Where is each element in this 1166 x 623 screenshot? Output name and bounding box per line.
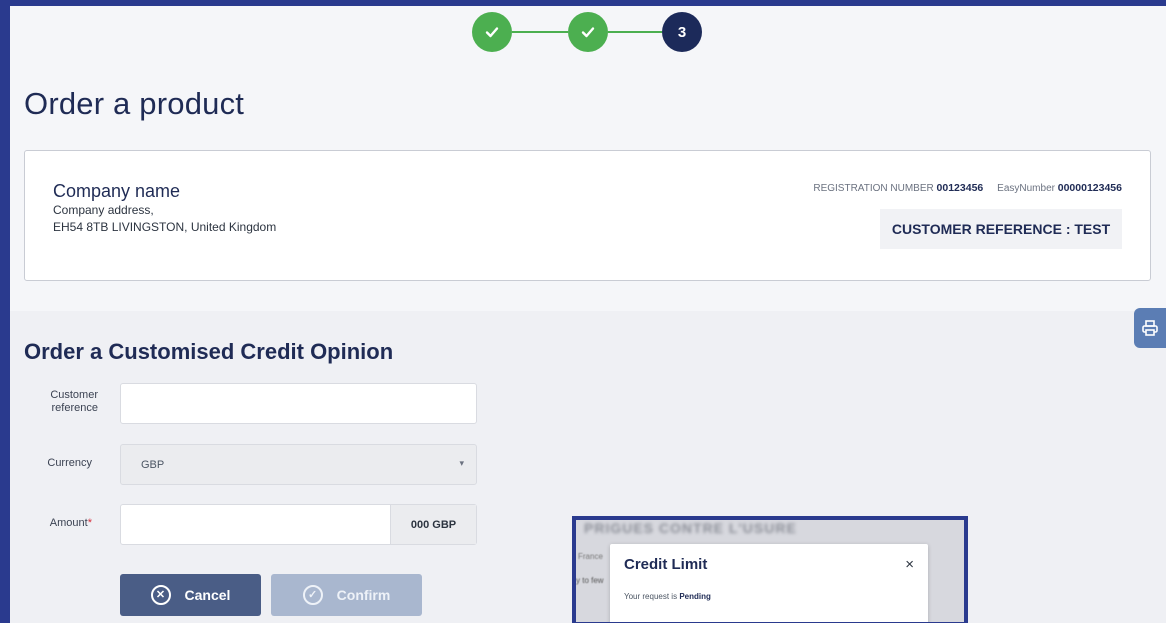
inset-side-text: y to few (576, 576, 604, 585)
step-3-current: 3 (662, 12, 702, 52)
frame-border-left (0, 126, 10, 623)
chevron-down-icon: ▾ (459, 458, 464, 468)
printer-icon (1142, 320, 1158, 336)
registration-info: REGISTRATION NUMBER 00123456 EasyNumber … (813, 182, 1122, 194)
cancel-label: Cancel (184, 587, 231, 603)
amount-input[interactable]: 000 GBP (120, 504, 477, 545)
close-circle-icon: ✕ (150, 585, 171, 605)
currency-label: Currency (47, 457, 92, 469)
amount-label: Amount* (24, 517, 92, 530)
easy-number: 00000123456 (1057, 182, 1122, 194)
registration-label: REGISTRATION NUMBER (813, 183, 934, 194)
company-address-line2: EH54 8TB LIVINGSTON, United Kingdom (53, 220, 277, 234)
currency-value: GBP (141, 459, 165, 471)
step-1-complete (472, 12, 512, 52)
step-2-complete (568, 12, 608, 52)
credit-limit-inset: PRIGUES CONTRE L'USURE France y to few C… (572, 516, 968, 623)
company-address-line1: Company address, (53, 203, 154, 217)
inset-side-text: France (578, 552, 603, 561)
amount-suffix: 000 GBP (390, 505, 476, 544)
credit-limit-modal: Credit Limit × Your request is Pending (610, 544, 928, 622)
registration-number: 00123456 (936, 182, 984, 194)
confirm-button[interactable]: ✓ Confirm (271, 574, 422, 616)
modal-title: Credit Limit (624, 556, 708, 573)
modal-message: Your request is Pending (624, 592, 711, 601)
required-marker: * (87, 517, 92, 529)
easy-number-label: EasyNumber (997, 183, 1055, 194)
customer-reference-badge: CUSTOMER REFERENCE : TEST (880, 209, 1122, 249)
progress-stepper: 3 (472, 12, 712, 54)
modal-status: Pending (679, 592, 711, 601)
customer-reference-input[interactable] (120, 383, 477, 424)
company-name: Company name (53, 181, 181, 201)
form-title: Order a Customised Credit Opinion (24, 339, 394, 364)
amount-label-text: Amount (49, 517, 88, 529)
check-icon (485, 27, 499, 38)
modal-message-prefix: Your request is (624, 592, 678, 601)
company-card: Company name Company address, EH54 8TB L… (24, 150, 1151, 281)
close-icon[interactable]: × (905, 556, 914, 573)
step-connector (512, 31, 568, 33)
inset-background-heading: PRIGUES CONTRE L'USURE (584, 520, 797, 536)
cancel-button[interactable]: ✕ Cancel (120, 574, 261, 616)
step-connector (608, 31, 662, 33)
customer-reference-label: Customer reference (50, 389, 98, 414)
confirm-label: Confirm (336, 587, 391, 603)
page-title: Order a product (24, 86, 245, 121)
check-icon (581, 27, 595, 38)
check-circle-icon: ✓ (302, 585, 323, 605)
currency-select[interactable]: GBP ▾ (120, 444, 477, 485)
print-button[interactable] (1134, 308, 1166, 348)
